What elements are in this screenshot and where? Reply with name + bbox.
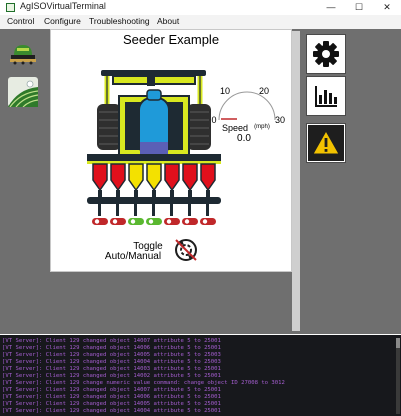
section-indicator-dot (166, 219, 172, 224)
main-area: Seeder Example 0 10 20 30 Speed (mph) 0.… (0, 29, 401, 334)
console-scroll-thumb[interactable] (396, 338, 400, 348)
menu-troubleshooting[interactable]: Troubleshooting (89, 16, 150, 26)
log-line: [VT Server]: Client 129 changed object 1… (2, 408, 221, 414)
section-indicator-3[interactable] (128, 218, 144, 225)
row-unit (164, 163, 180, 198)
maximize-button[interactable]: ☐ (345, 0, 373, 15)
row-shank (98, 204, 101, 216)
implement-icon[interactable] (8, 37, 38, 67)
soft-key-statistics[interactable] (306, 76, 346, 116)
row-shank (206, 204, 209, 216)
row-units (87, 163, 221, 216)
row-shank (188, 204, 191, 216)
soft-key-alarms[interactable] (306, 123, 346, 163)
row-shank (116, 204, 119, 216)
row-shank (152, 204, 155, 216)
log-line: [VT Server]: Client 129 changed object 1… (2, 359, 221, 365)
menu-bar: Control Configure Troubleshooting About (0, 15, 401, 29)
field-icon[interactable] (8, 77, 39, 108)
section-indicator-2[interactable] (110, 218, 126, 225)
mask-scrollbar[interactable] (292, 31, 300, 331)
row-unit (110, 163, 126, 198)
working-set-panel (0, 29, 46, 334)
log-line: [VT Server]: Client 129 changed object 1… (2, 345, 221, 351)
row-unit (146, 163, 162, 198)
mask-title: Seeder Example (123, 32, 219, 47)
speed-value: 0.0 (237, 133, 251, 144)
menu-configure[interactable]: Configure (44, 16, 81, 26)
log-line: [VT Server]: Client 129 change numeric v… (2, 380, 285, 386)
soft-key-panel (300, 29, 401, 334)
window-titlebar: AgISOVirtualTerminal — ☐ ✕ (0, 0, 401, 15)
section-indicator-6[interactable] (182, 218, 198, 225)
auto-manual-toggle-button[interactable] (175, 239, 197, 261)
log-line: [VT Server]: Client 129 changed object 1… (2, 338, 221, 344)
log-line: [VT Server]: Client 129 changed object 1… (2, 387, 221, 393)
warning-icon (308, 125, 344, 161)
section-indicator-dot (184, 219, 190, 224)
gear-icon (313, 41, 339, 67)
row-shank (170, 204, 173, 216)
minimize-button[interactable]: — (317, 0, 345, 15)
menu-about[interactable]: About (157, 16, 179, 26)
toolbar-beam (87, 197, 221, 204)
row-unit (182, 163, 198, 198)
toggle-label-line2: Auto/Manual (105, 251, 161, 262)
gauge-label-30: 30 (275, 115, 285, 125)
section-indicator-5[interactable] (164, 218, 180, 225)
log-console[interactable]: [VT Server]: Client 129 changed object 1… (0, 335, 401, 416)
close-button[interactable]: ✕ (373, 0, 401, 15)
row-shank (134, 204, 137, 216)
section-indicator-7[interactable] (200, 218, 216, 225)
gauge-label-20: 20 (259, 86, 269, 96)
section-indicator-dot (130, 219, 136, 224)
section-indicator-dot (94, 219, 100, 224)
speed-label: Speed (222, 123, 248, 133)
row-unit (128, 163, 144, 198)
log-line: [VT Server]: Client 129 changed object 1… (2, 352, 221, 358)
section-indicator-dot (148, 219, 154, 224)
vt-data-mask: Seeder Example 0 10 20 30 Speed (mph) 0.… (50, 29, 292, 272)
row-unit (200, 163, 216, 198)
section-indicator-1[interactable] (92, 218, 108, 225)
menu-control[interactable]: Control (7, 16, 34, 26)
window-title: AgISOVirtualTerminal (20, 1, 106, 11)
seeder-graphic (87, 70, 221, 164)
log-line: [VT Server]: Client 129 changed object 1… (2, 366, 221, 372)
speed-gauge: 0 10 20 30 Speed (mph) 0.0 (211, 86, 285, 144)
log-line: [VT Server]: Client 129 changed object 1… (2, 373, 221, 379)
speed-unit: (mph) (254, 124, 270, 130)
section-indicator-dot (202, 219, 208, 224)
console-scrollbar[interactable] (396, 338, 400, 414)
app-icon (6, 3, 15, 12)
soft-key-settings[interactable] (306, 34, 346, 74)
gauge-label-10: 10 (220, 86, 230, 96)
section-indicator-4[interactable] (146, 218, 162, 225)
row-unit (92, 163, 108, 198)
gauge-label-0: 0 (211, 115, 216, 125)
log-line: [VT Server]: Client 129 changed object 1… (2, 401, 221, 407)
log-line: [VT Server]: Client 129 changed object 1… (2, 394, 221, 400)
section-indicator-dot (112, 219, 118, 224)
section-indicators (92, 218, 216, 225)
bar-chart-icon (315, 86, 337, 107)
